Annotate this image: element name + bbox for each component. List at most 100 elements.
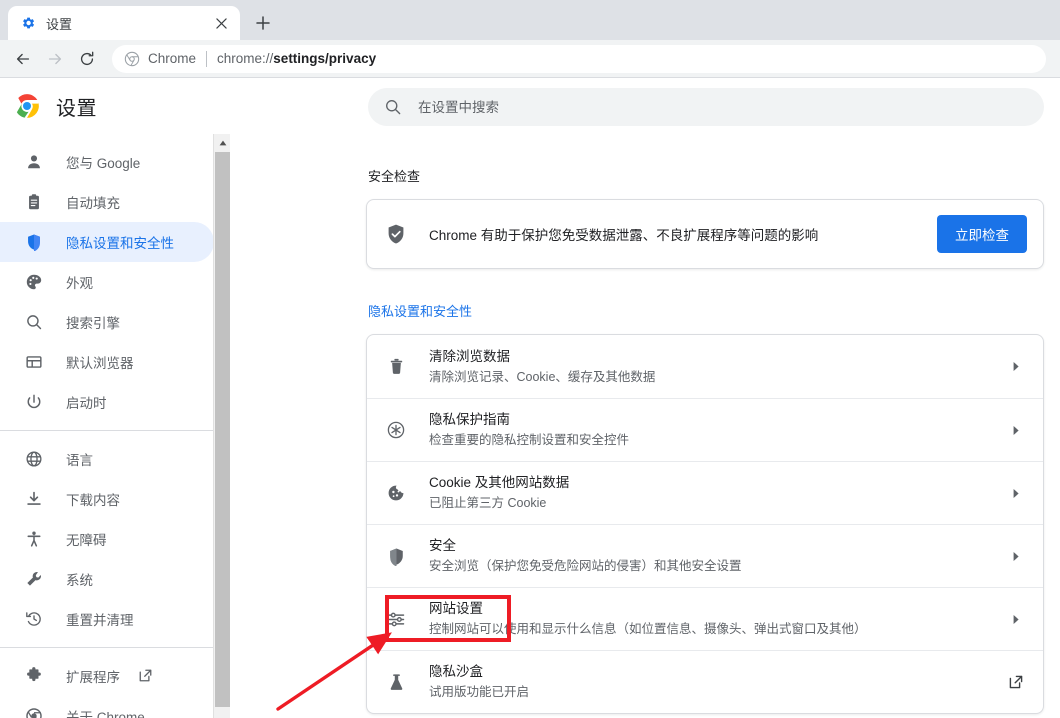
sidebar-item-label: 下载内容	[66, 493, 120, 508]
safety-check-row: Chrome 有助于保护您免受数据泄露、不良扩展程序等问题的影响 立即检查	[367, 200, 1043, 268]
puzzle-icon	[24, 666, 44, 686]
settings-row-title: 隐私沙盒	[429, 664, 483, 679]
new-tab-button[interactable]	[249, 9, 277, 37]
search-icon	[386, 100, 401, 115]
sidebar-item-about-chrome[interactable]: 关于 Chrome	[0, 696, 214, 718]
settings-row-security[interactable]: 安全 安全浏览（保护您免受危险网站的侵害）和其他安全设置	[367, 524, 1043, 587]
chevron-right-icon	[1005, 361, 1027, 372]
arrow-back-icon	[16, 53, 30, 64]
browser-tab-settings[interactable]: 设置	[8, 6, 240, 40]
sidebar-group-2: 语言 下载内容 无障碍 系统 重置并清理	[0, 439, 230, 639]
settings-body: 您与 Google 自动填充 隐私设置和安全性 外观 搜索引擎 默认浏览器 启动…	[0, 134, 1060, 718]
privacy-guide-icon	[385, 419, 407, 441]
settings-row-body: 清除浏览数据 清除浏览记录、Cookie、缓存及其他数据	[429, 347, 1005, 387]
power-icon	[24, 392, 44, 412]
settings-row-body: 安全 安全浏览（保护您免受危险网站的侵害）和其他安全设置	[429, 536, 1005, 576]
trash-icon	[385, 356, 407, 378]
back-button[interactable]	[8, 44, 38, 74]
sidebar-item-appearance[interactable]: 外观	[0, 262, 214, 302]
sidebar-group-1: 您与 Google 自动填充 隐私设置和安全性 外观 搜索引擎 默认浏览器 启动…	[0, 142, 230, 422]
settings-row-body: Cookie 及其他网站数据 已阻止第三方 Cookie	[429, 473, 1005, 513]
settings-row-title: 安全	[429, 538, 456, 553]
omnibox-url-prefix: chrome://	[217, 51, 274, 66]
chrome-logo-icon	[15, 94, 39, 118]
sidebar-item-label: 搜索引擎	[66, 316, 120, 331]
scrollbar-thumb[interactable]	[215, 152, 230, 707]
safety-check-card: Chrome 有助于保护您免受数据泄露、不良扩展程序等问题的影响 立即检查	[366, 199, 1044, 269]
settings-row-privacy-sandbox[interactable]: 隐私沙盒 试用版功能已开启	[367, 650, 1043, 713]
accessibility-icon	[24, 529, 44, 549]
browser-toolbar: Chrome chrome://settings/privacy	[0, 40, 1060, 78]
shield-icon	[24, 232, 44, 252]
tab-strip: 设置	[0, 0, 1060, 40]
sidebar-item-label: 自动填充	[66, 196, 120, 211]
sidebar-item-label: 您与 Google	[66, 156, 141, 171]
forward-button[interactable]	[40, 44, 70, 74]
close-icon[interactable]	[210, 12, 232, 34]
settings-row-title: 隐私保护指南	[429, 412, 510, 427]
sidebar-item-languages[interactable]: 语言	[0, 439, 214, 479]
scrollbar-up-button[interactable]	[214, 134, 230, 151]
reload-icon	[80, 51, 94, 65]
triangle-up-icon	[219, 140, 226, 145]
sidebar-item-label: 关于 Chrome	[66, 710, 145, 718]
settings-search-box[interactable]	[368, 88, 1044, 126]
settings-row-site-settings[interactable]: 网站设置 控制网站可以使用和显示什么信息（如位置信息、摄像头、弹出式窗口及其他）	[367, 587, 1043, 650]
sidebar-item-extensions[interactable]: 扩展程序	[0, 656, 214, 696]
sidebar-item-autofill[interactable]: 自动填充	[0, 182, 214, 222]
sidebar-divider	[0, 430, 214, 431]
sidebar-item-label: 语言	[66, 453, 93, 468]
sidebar-item-label: 隐私设置和安全性	[66, 236, 174, 251]
open-in-new-icon	[1005, 674, 1027, 690]
sidebar-item-default-browser[interactable]: 默认浏览器	[0, 342, 214, 382]
sidebar-item-label: 外观	[66, 276, 93, 291]
sidebar-item-downloads[interactable]: 下载内容	[0, 479, 214, 519]
chevron-right-icon	[1005, 551, 1027, 562]
settings-row-body: 网站设置 控制网站可以使用和显示什么信息（如位置信息、摄像头、弹出式窗口及其他）	[429, 599, 1005, 639]
chrome-icon	[124, 51, 140, 66]
sidebar-item-search-engine[interactable]: 搜索引擎	[0, 302, 214, 342]
settings-row-cookies[interactable]: Cookie 及其他网站数据 已阻止第三方 Cookie	[367, 461, 1043, 524]
omnibox-url-path: settings/privacy	[273, 51, 377, 66]
settings-row-subtitle: 已阻止第三方 Cookie	[429, 496, 547, 510]
plus-icon	[256, 16, 270, 30]
settings-main-panel: 安全检查 Chrome 有助于保护您免受数据泄露、不良扩展程序等问题的影响 立即…	[230, 134, 1060, 718]
settings-row-privacy-guide[interactable]: 隐私保护指南 检查重要的隐私控制设置和安全控件	[367, 398, 1043, 461]
globe-icon	[24, 449, 44, 469]
omnibox-site-label: Chrome	[148, 51, 197, 66]
chevron-right-icon	[1005, 488, 1027, 499]
flask-icon	[385, 671, 407, 693]
sidebar-scrollbar[interactable]	[213, 134, 230, 718]
sidebar-item-label: 默认浏览器	[66, 356, 134, 371]
sidebar-item-on-startup[interactable]: 启动时	[0, 382, 214, 422]
settings-row-title: 清除浏览数据	[429, 348, 510, 364]
omnibox-divider	[206, 50, 208, 67]
settings-row-body: 隐私保护指南 检查重要的隐私控制设置和安全控件	[429, 410, 1005, 450]
person-icon	[24, 152, 44, 172]
sidebar-item-system[interactable]: 系统	[0, 559, 214, 599]
check-now-button[interactable]: 立即检查	[937, 215, 1027, 253]
sidebar-item-you-and-google[interactable]: 您与 Google	[0, 142, 214, 182]
safety-check-heading: 安全检查	[368, 169, 421, 184]
gear-icon	[23, 17, 35, 29]
privacy-section-heading: 隐私设置和安全性	[368, 304, 473, 319]
sidebar-item-privacy-and-security[interactable]: 隐私设置和安全性	[0, 222, 214, 262]
settings-row-subtitle: 试用版功能已开启	[429, 685, 530, 699]
palette-icon	[24, 272, 44, 292]
address-bar[interactable]: Chrome chrome://settings/privacy	[112, 44, 1046, 73]
arrow-forward-icon	[48, 53, 62, 64]
search-input[interactable]	[418, 88, 1028, 126]
sidebar-item-label: 启动时	[66, 396, 107, 411]
settings-row-body: 隐私沙盒 试用版功能已开启	[429, 662, 1005, 702]
settings-row-subtitle: 清除浏览记录、Cookie、缓存及其他数据	[429, 369, 656, 384]
settings-header: 设置	[0, 78, 1060, 134]
chevron-right-icon	[1005, 425, 1027, 436]
page-title: 设置	[56, 97, 97, 120]
sidebar-item-accessibility[interactable]: 无障碍	[0, 519, 214, 559]
privacy-settings-card: 清除浏览数据 清除浏览记录、Cookie、缓存及其他数据 隐私保护指南 检查重要…	[366, 334, 1044, 714]
reload-button[interactable]	[72, 44, 102, 74]
settings-row-clear-browsing-data[interactable]: 清除浏览数据 清除浏览记录、Cookie、缓存及其他数据	[367, 335, 1043, 398]
sidebar-item-reset-and-cleanup[interactable]: 重置并清理	[0, 599, 214, 639]
settings-row-title: 网站设置	[429, 601, 483, 616]
wrench-icon	[24, 569, 44, 589]
